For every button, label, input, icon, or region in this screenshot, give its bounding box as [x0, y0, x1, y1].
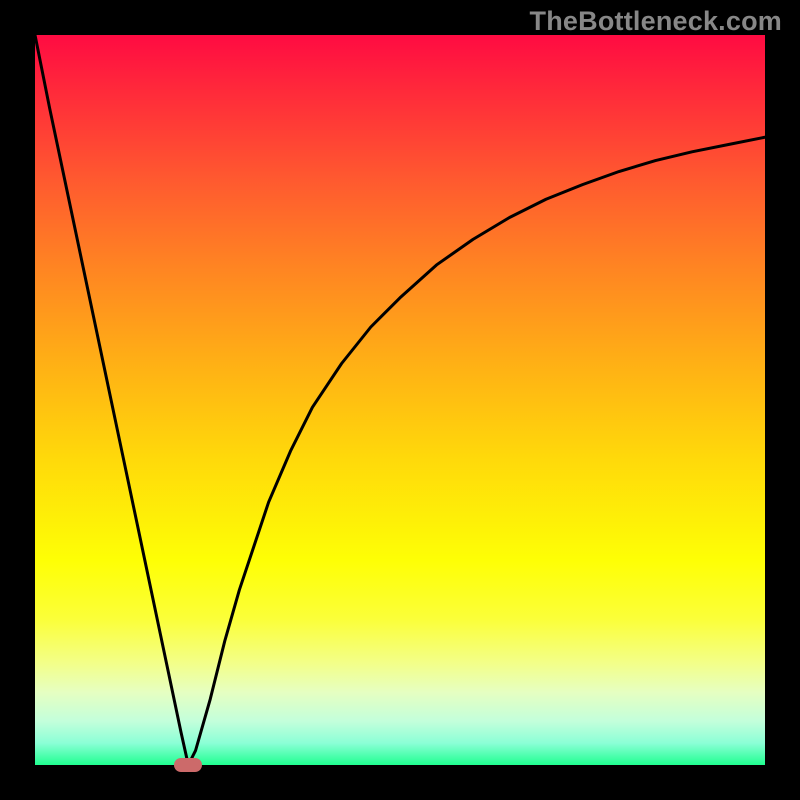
- minimum-marker: [174, 758, 202, 772]
- chart-frame: TheBottleneck.com: [0, 0, 800, 800]
- watermark: TheBottleneck.com: [530, 6, 782, 37]
- bottleneck-curve: [35, 35, 765, 765]
- plot-area: [35, 35, 765, 765]
- curve-svg: [35, 35, 765, 765]
